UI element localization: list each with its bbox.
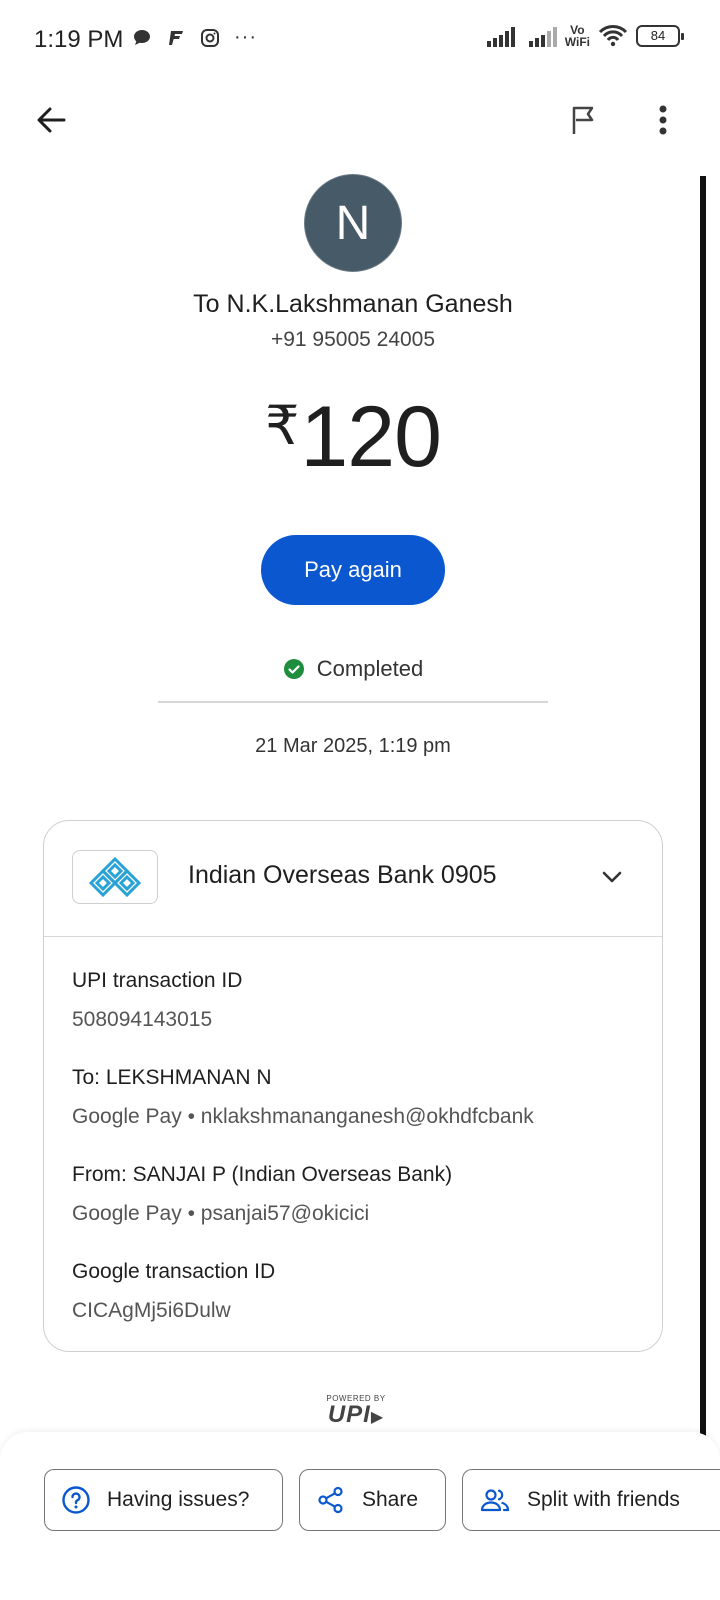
status-text: Completed	[316, 656, 424, 681]
payee-name: To N.K.Lakshmanan Ganesh	[193, 290, 513, 318]
upi-txn-id-label: UPI transaction ID	[72, 969, 243, 992]
share-label: Share	[362, 1488, 419, 1511]
bank-row[interactable]: Indian Overseas Bank 0905	[44, 821, 662, 937]
people-icon	[480, 1489, 510, 1512]
to-account-value: Google Pay • nklakshmananganesh@okhdfcba…	[72, 1105, 534, 1128]
chevron-down-icon[interactable]	[598, 863, 626, 891]
iob-logo-icon	[72, 850, 158, 904]
currency-symbol: ₹	[265, 396, 299, 456]
notification-icons: ···	[132, 26, 257, 49]
divider	[158, 701, 548, 703]
having-issues-label: Having issues?	[107, 1488, 250, 1511]
more-dots-icon: ···	[234, 26, 257, 48]
check-circle-icon	[283, 659, 304, 679]
amount: ₹120	[0, 388, 706, 487]
status-time: 1:19 PM	[34, 26, 124, 53]
flag-icon	[572, 106, 594, 134]
google-txn-id-value[interactable]: CICAgMj5i6Dulw	[72, 1299, 231, 1323]
battery-icon: 84	[636, 25, 684, 47]
transaction-date: 21 Mar 2025, 1:19 pm	[255, 735, 451, 757]
from-account-label: From: SANJAI P (Indian Overseas Bank)	[72, 1163, 453, 1186]
vowifi-icon: Vo WiFi	[564, 23, 590, 49]
pay-again-button[interactable]: Pay again	[261, 535, 445, 605]
having-issues-button[interactable]: Having issues?	[44, 1469, 283, 1531]
to-account-label: To: LEKSHMANAN N	[72, 1066, 272, 1089]
amount-value: 120	[300, 389, 441, 485]
signal-2-icon	[528, 25, 557, 47]
help-circle-icon	[62, 1486, 90, 1514]
status-bar: 1:19 PM ··· Vo WiFi 84	[0, 0, 720, 80]
report-flag-button[interactable]	[562, 98, 606, 142]
split-with-friends-label: Split with friends	[527, 1488, 680, 1511]
payee-phone: +91 95005 24005	[270, 328, 436, 351]
more-vert-icon	[659, 105, 667, 135]
split-with-friends-button[interactable]: Split with friends	[462, 1469, 720, 1531]
signal-1-icon	[486, 25, 515, 47]
upi-logo: POWERED BY UPI▶	[316, 1394, 396, 1434]
back-button[interactable]	[30, 98, 74, 142]
instagram-icon	[201, 28, 219, 47]
share-button[interactable]: Share	[299, 1469, 446, 1531]
bank-name: Indian Overseas Bank 0905	[188, 861, 497, 889]
transaction-details-card: Indian Overseas Bank 0905 UPI transactio…	[43, 820, 663, 1352]
from-account-value: Google Pay • psanjai57@okicici	[72, 1202, 370, 1225]
upi-txn-id-value[interactable]: 508094143015	[72, 1008, 212, 1032]
back-arrow-icon	[37, 107, 66, 133]
f-app-icon	[169, 30, 183, 45]
status-row: Completed	[0, 656, 706, 682]
google-txn-id-label: Google transaction ID	[72, 1260, 276, 1283]
system-icons: Vo WiFi 84	[486, 23, 684, 49]
avatar: N	[304, 174, 402, 272]
scroll-edge	[700, 176, 706, 1436]
wifi-icon	[598, 25, 628, 47]
more-options-button[interactable]	[646, 98, 680, 142]
top-app-bar	[0, 90, 720, 150]
upi-brand-text: UPI▶	[327, 1401, 385, 1428]
share-icon	[318, 1486, 343, 1514]
chat-bubble-icon	[134, 29, 150, 45]
